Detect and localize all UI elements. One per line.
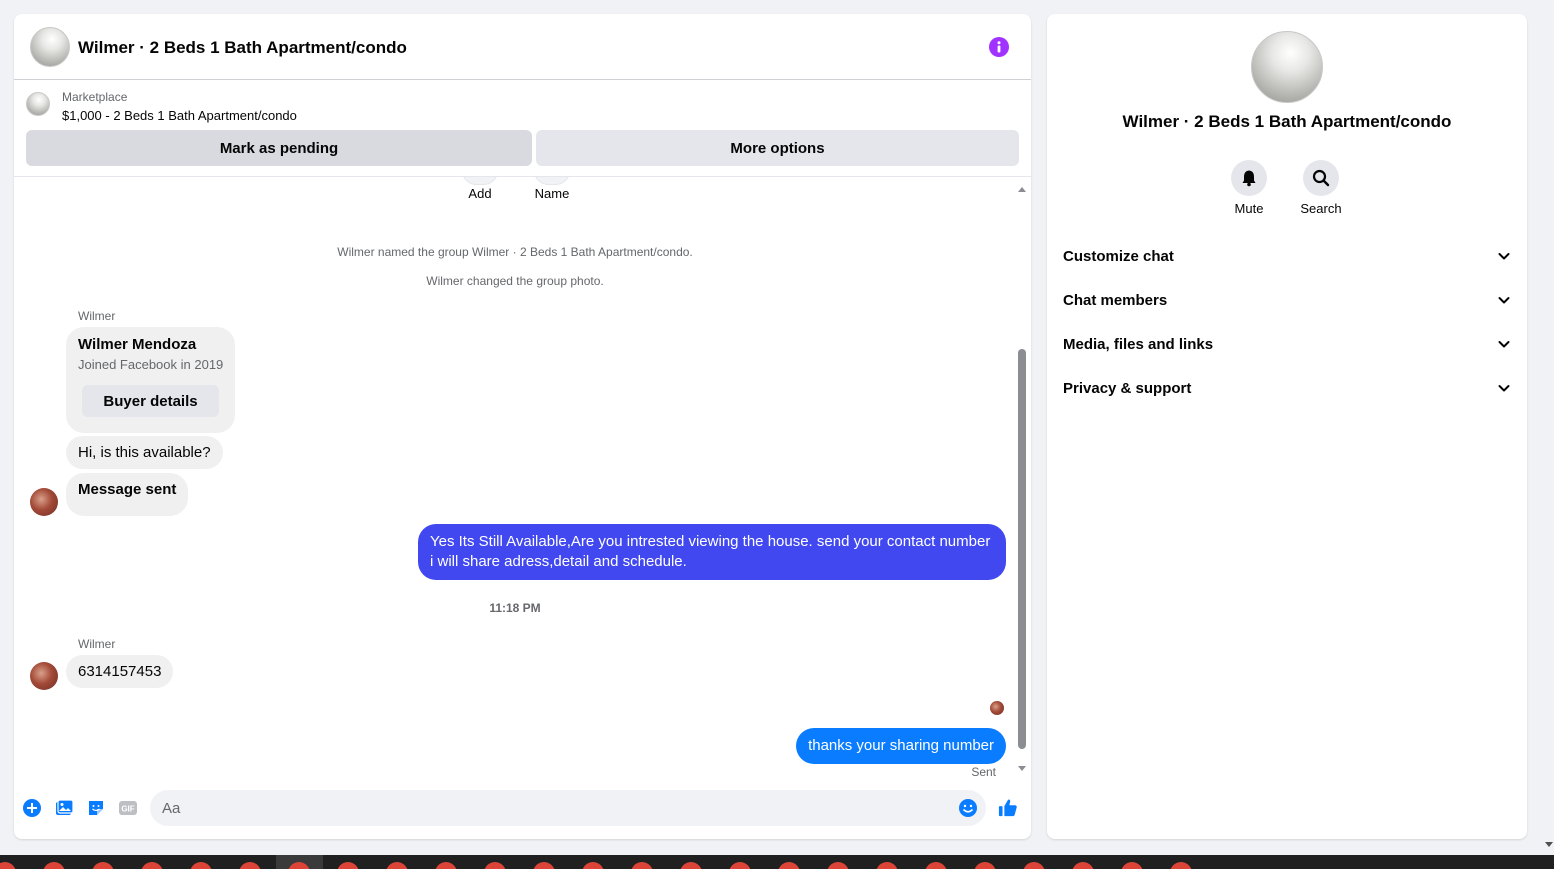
buyer-name: Wilmer Mendoza xyxy=(78,336,197,353)
bell-icon xyxy=(1231,160,1267,196)
section-label: Media, files and links xyxy=(1063,335,1214,353)
taskbar-app-icon[interactable] xyxy=(43,862,65,869)
taskbar-app-icon[interactable] xyxy=(1170,862,1192,869)
chat-panel: Wilmer · 2 Beds 1 Bath Apartment/condo M… xyxy=(14,14,1031,839)
svg-text:GIF: GIF xyxy=(121,805,134,814)
emoji-icon[interactable] xyxy=(958,798,978,818)
sticker-icon[interactable] xyxy=(86,798,106,818)
mute-button[interactable]: Mute xyxy=(1219,160,1279,216)
mute-label: Mute xyxy=(1234,201,1264,216)
sender-name: Wilmer xyxy=(78,637,116,651)
privacy-support-section[interactable]: Privacy & support xyxy=(1055,368,1519,408)
chevron-down-icon xyxy=(1498,253,1510,260)
media-files-links-section[interactable]: Media, files and links xyxy=(1055,324,1519,364)
incoming-message[interactable]: Message sent xyxy=(66,473,189,516)
group-avatar[interactable] xyxy=(30,27,70,67)
chevron-down-icon xyxy=(1498,385,1510,392)
info-panel-title: Wilmer · 2 Beds 1 Bath Apartment/condo xyxy=(1122,112,1452,131)
taskbar-app-icon[interactable] xyxy=(386,862,408,869)
listing-title[interactable]: $1,000 - 2 Beds 1 Bath Apartment/condo xyxy=(62,108,297,123)
mark-as-pending-button[interactable]: Mark as pending xyxy=(26,130,532,166)
search-label: Search xyxy=(1300,201,1342,216)
add-label: Add xyxy=(468,186,492,201)
marketplace-bar: Marketplace $1,000 - 2 Beds 1 Bath Apart… xyxy=(14,80,1031,176)
incoming-message[interactable]: 6314157453 xyxy=(66,655,174,688)
taskbar-app-icon[interactable] xyxy=(1072,862,1094,869)
messages-area: Add Name Wilmer named the group Wilmer ·… xyxy=(14,176,1031,776)
chat-header: Wilmer · 2 Beds 1 Bath Apartment/condo xyxy=(14,14,1031,80)
sender-name: Wilmer xyxy=(78,309,116,323)
taskbar-app-icon[interactable] xyxy=(778,862,800,869)
message-input[interactable] xyxy=(150,790,986,826)
outgoing-message[interactable]: thanks your sharing number xyxy=(796,728,1006,764)
taskbar-app-icon[interactable] xyxy=(141,862,163,869)
customize-chat-section[interactable]: Customize chat xyxy=(1055,236,1519,276)
outgoing-message[interactable]: Yes Its Still Available,Are you intreste… xyxy=(418,524,1006,580)
search-icon xyxy=(1303,160,1339,196)
conversation-info-panel: Wilmer · 2 Beds 1 Bath Apartment/condo M… xyxy=(1047,14,1527,839)
chevron-down-icon xyxy=(1498,297,1510,304)
taskbar-app-icon[interactable] xyxy=(729,862,751,869)
marketplace-label: Marketplace xyxy=(62,90,128,104)
taskbar-app-icon[interactable] xyxy=(680,862,702,869)
section-label: Customize chat xyxy=(1063,247,1174,265)
taskbar-app-icon[interactable] xyxy=(1121,862,1143,869)
taskbar-app-icon[interactable] xyxy=(974,862,996,869)
chevron-down-icon xyxy=(1498,341,1510,348)
scroll-down-arrow-icon[interactable] xyxy=(1018,766,1026,771)
add-icon xyxy=(462,177,498,185)
buyer-profile-card: Wilmer Mendoza Joined Facebook in 2019 B… xyxy=(66,327,235,433)
scroll-up-arrow-icon[interactable] xyxy=(1018,187,1026,192)
taskbar-app-icon[interactable] xyxy=(533,862,555,869)
taskbar-app-icon[interactable] xyxy=(239,862,261,869)
section-label: Privacy & support xyxy=(1063,379,1192,397)
system-message: Wilmer named the group Wilmer · 2 Beds 1… xyxy=(337,245,693,259)
incoming-message[interactable]: Hi, is this available? xyxy=(66,436,223,469)
taskbar-app-icon[interactable] xyxy=(190,862,212,869)
taskbar xyxy=(0,855,1554,869)
system-message: Wilmer changed the group photo. xyxy=(426,274,604,288)
photo-icon[interactable] xyxy=(54,798,74,818)
listing-thumbnail[interactable] xyxy=(26,92,50,116)
chat-title[interactable]: Wilmer · 2 Beds 1 Bath Apartment/condo xyxy=(78,38,407,58)
taskbar-app-icon[interactable] xyxy=(484,862,506,869)
message-composer: GIF xyxy=(14,776,1031,839)
taskbar-app-icon[interactable] xyxy=(0,862,16,869)
taskbar-app-icon[interactable] xyxy=(925,862,947,869)
taskbar-app-icon[interactable] xyxy=(582,862,604,869)
pencil-icon xyxy=(534,177,570,185)
section-label: Chat members xyxy=(1063,291,1168,309)
name-label: Name xyxy=(534,186,570,201)
buyer-details-button[interactable]: Buyer details xyxy=(82,385,219,417)
taskbar-app-icon[interactable] xyxy=(435,862,457,869)
message-timestamp: 11:18 PM xyxy=(489,601,541,615)
sender-avatar[interactable] xyxy=(30,662,58,690)
thumbs-up-icon[interactable] xyxy=(998,798,1018,818)
scrollbar-thumb[interactable] xyxy=(1018,349,1026,749)
more-options-button[interactable]: More options xyxy=(536,130,1019,166)
messages-scrollbar[interactable] xyxy=(1017,185,1027,773)
taskbar-app-icon[interactable] xyxy=(337,862,359,869)
chat-members-section[interactable]: Chat members xyxy=(1055,280,1519,320)
name-group-action[interactable]: Name xyxy=(532,177,572,201)
buyer-joined: Joined Facebook in 2019 xyxy=(78,357,224,372)
group-avatar-large[interactable] xyxy=(1251,31,1323,103)
sent-status: Sent xyxy=(971,765,996,776)
sender-avatar[interactable] xyxy=(30,488,58,516)
taskbar-app-icon[interactable] xyxy=(827,862,849,869)
page-scroll-down-arrow-icon[interactable] xyxy=(1545,842,1553,847)
gif-icon[interactable]: GIF xyxy=(118,798,138,818)
taskbar-app-icon[interactable] xyxy=(876,862,898,869)
search-button[interactable]: Search xyxy=(1291,160,1351,216)
taskbar-app-icon[interactable] xyxy=(92,862,114,869)
add-people-action[interactable]: Add xyxy=(462,177,498,201)
taskbar-app-icon[interactable] xyxy=(631,862,653,869)
seen-indicator-avatar xyxy=(990,701,1004,715)
taskbar-app-icon[interactable] xyxy=(1023,862,1045,869)
info-icon[interactable] xyxy=(989,37,1009,57)
plus-icon[interactable] xyxy=(22,798,42,818)
